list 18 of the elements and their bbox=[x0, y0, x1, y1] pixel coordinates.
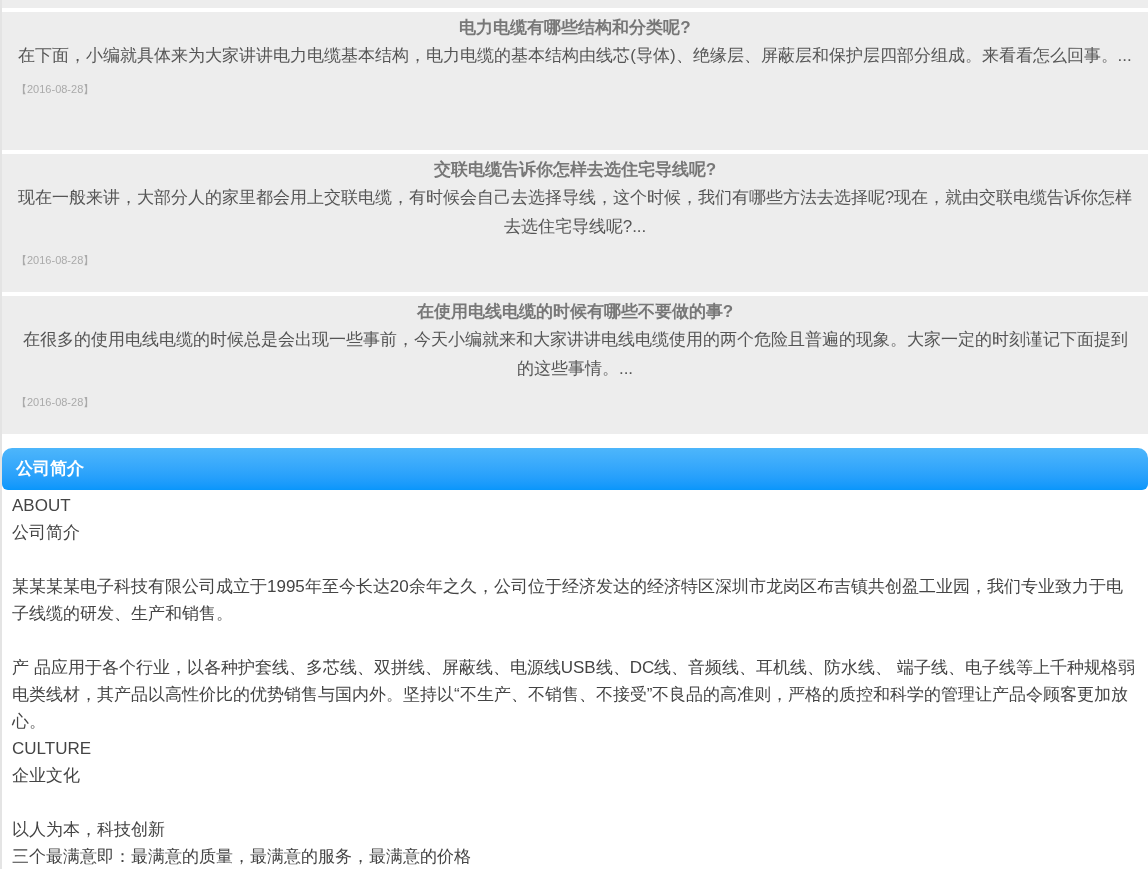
article-summary: 在很多的使用电线电缆的时候总是会出现一些事前，今天小编就来和大家讲讲电线电缆使用的两个危险且普遍的现象。大家一定的时刻谨记下面提到的这些事情。... bbox=[21, 329, 1129, 380]
article-title[interactable]: 电力电缆有哪些结构和分类呢? bbox=[16, 15, 1134, 41]
text-line: 产 品应用于各个行业，以各种护套线、多芯线、双拼线、屏蔽线、电源线USB线、DC线、音频线、耳机线、防水线、 端子线、电子线等上千种规格弱电类线材，其产品以高性价比的优势销售与国内外。坚持以“不生产、不销售、不接受”不良品的高准则，严格的质控和科学的管理让产品令顾客更加放心。 bbox=[12, 657, 1136, 733]
section-header: 公司简介 bbox=[2, 448, 1148, 490]
text-line: 三个最满意即：最满意的质量，最满意的服务，最满意的价格 bbox=[12, 846, 472, 868]
text-line: 某某某某电子科技有限公司成立于1995年至今长达20余年之久，公司位于经济发达的经济特区深圳市龙岗区布吉镇共创盈工业园，我们专业致力于电子线缆的研发、生产和销售。 bbox=[12, 576, 1124, 625]
article-title[interactable]: 交联电缆告诉你怎样去选住宅导线呢? bbox=[16, 157, 1134, 183]
text-line: ABOUT bbox=[12, 495, 72, 517]
article-date: 【2016-08-28】 bbox=[16, 396, 95, 408]
article-date: 【2016-08-28】 bbox=[16, 254, 95, 266]
text-line: 企业文化 bbox=[12, 765, 81, 787]
article-title[interactable]: 在使用电线电缆的时候有哪些不要做的事? bbox=[16, 299, 1134, 325]
article-summary: 现在一般来讲，大部分人的家里都会用上交联电缆，有时候会自己去选择导线，这个时候，我们有哪些方法去选择呢?现在，就由交联电缆告诉你怎样去选住宅导线呢?... bbox=[16, 187, 1134, 238]
text-line: 公司简介 bbox=[12, 522, 81, 544]
text-line: CULTURE bbox=[12, 738, 93, 760]
article-summary: 在下面，小编就具体来为大家讲讲电力电缆基本结构，电力电缆的基本结构由线芯(导体)、绝缘层、屏蔽层和保护层四部分组成。来看看怎么回事。... bbox=[17, 45, 1133, 67]
article-date: 【2016-08-28】 bbox=[16, 83, 95, 95]
text-line: 以人为本，科技创新 bbox=[12, 819, 166, 841]
